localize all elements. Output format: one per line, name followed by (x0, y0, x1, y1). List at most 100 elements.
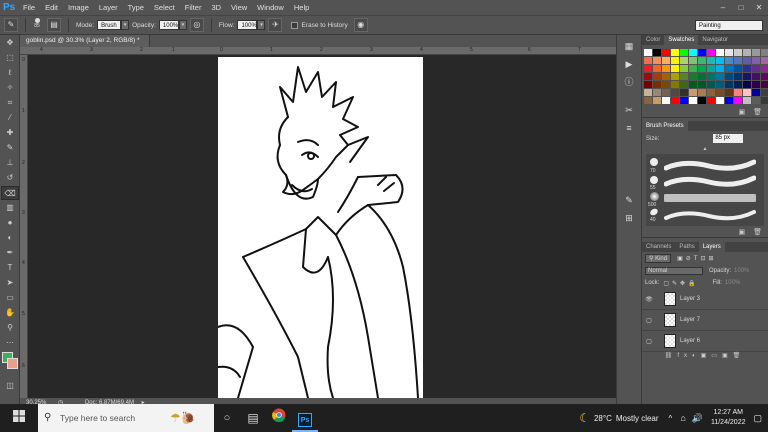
color-swatch[interactable] (671, 49, 679, 56)
color-swatch[interactable] (761, 89, 768, 96)
brush-size-picker[interactable]: 85 (30, 17, 44, 33)
color-swatch[interactable] (734, 89, 742, 96)
color-swatch[interactable] (716, 57, 724, 64)
color-swatch[interactable] (761, 49, 768, 56)
blend-mode-select[interactable]: Normal (645, 267, 703, 275)
color-swatch[interactable] (653, 81, 661, 88)
color-swatch[interactable] (734, 57, 742, 64)
properties-panel-icon[interactable]: ⓘ (620, 75, 638, 89)
notifications-icon[interactable]: ▢ (753, 413, 762, 424)
color-swatch[interactable] (725, 73, 733, 80)
color-swatch[interactable] (689, 49, 697, 56)
mode-select[interactable]: Brush (97, 20, 122, 30)
flow-field[interactable]: 100% (237, 20, 258, 30)
layers-footer[interactable]: ⛓fx◐▣▭▣🗑 (642, 352, 768, 360)
layer-row[interactable]: 👁 Layer 3 (642, 289, 768, 310)
color-swatch[interactable] (653, 97, 661, 104)
tab-channels[interactable]: Channels (642, 242, 675, 252)
tab-brush-presets[interactable]: Brush Presets (642, 121, 688, 131)
color-swatch[interactable] (725, 97, 733, 104)
maximize-button[interactable]: □ (732, 0, 750, 15)
menu-window[interactable]: Window (252, 0, 289, 15)
color-swatch[interactable] (689, 57, 697, 64)
color-swatch[interactable] (752, 49, 760, 56)
color-swatch[interactable] (671, 73, 679, 80)
lock-icons[interactable]: ▢✎✥🔒 (663, 280, 698, 287)
color-swatch[interactable] (662, 89, 670, 96)
color-swatch[interactable] (707, 89, 715, 96)
color-swatch[interactable] (698, 81, 706, 88)
visibility-toggle[interactable]: ▢ (642, 338, 656, 345)
color-swatch[interactable] (734, 81, 742, 88)
color-swatch[interactable] (680, 81, 688, 88)
filter-type-icons[interactable]: ▣⊘T⊡⊞ (677, 255, 716, 262)
brush-tool-icon[interactable]: ✎ (1, 141, 19, 155)
chevron-down-icon[interactable]: ▾ (178, 20, 187, 30)
color-swatch[interactable] (644, 65, 652, 72)
tab-color[interactable]: Color (642, 35, 664, 45)
menu-view[interactable]: View (226, 0, 252, 15)
tab-swatches[interactable]: Swatches (664, 35, 699, 45)
color-swatch[interactable] (653, 57, 661, 64)
color-swatch[interactable] (644, 73, 652, 80)
filter-kind-select[interactable]: ⚲ Kind (645, 254, 672, 263)
eyedropper-tool-icon[interactable]: ⁄ (1, 111, 19, 125)
color-swatch[interactable] (680, 49, 688, 56)
clone-stamp-tool-icon[interactable]: ⊥ (1, 156, 19, 170)
color-swatch[interactable] (716, 81, 724, 88)
color-swatch[interactable] (698, 97, 706, 104)
color-swatch[interactable] (698, 89, 706, 96)
color-swatch[interactable] (680, 65, 688, 72)
color-swatch[interactable] (716, 65, 724, 72)
pressure-size-icon[interactable]: ◉ (353, 18, 368, 32)
clone-source-icon[interactable]: ⊞ (620, 211, 638, 225)
color-swatch[interactable] (716, 89, 724, 96)
dodge-tool-icon[interactable]: ◐ (1, 231, 19, 245)
size-slider-caret[interactable]: ▲ (642, 146, 768, 152)
canvas-area[interactable] (28, 55, 616, 398)
color-swatch[interactable] (752, 65, 760, 72)
menu-help[interactable]: Help (289, 0, 314, 15)
menu-image[interactable]: Image (63, 0, 94, 15)
color-swatch[interactable] (743, 65, 751, 72)
adjustments-icon[interactable]: ≡ (620, 121, 638, 135)
color-swatch[interactable] (689, 89, 697, 96)
color-swatch[interactable] (725, 49, 733, 56)
more-tools-icon[interactable]: ⋯ (1, 336, 19, 350)
color-swatch[interactable] (716, 49, 724, 56)
taskbar-search-box[interactable]: ⚲ Type here to search ☂🐌 (38, 404, 214, 432)
pen-tool-icon[interactable]: ✒ (1, 246, 19, 260)
color-swatch[interactable] (680, 73, 688, 80)
color-swatch[interactable] (653, 73, 661, 80)
color-swatch[interactable] (644, 81, 652, 88)
eraser-tool-preset-icon[interactable]: ✎ (4, 18, 18, 32)
color-swatch[interactable] (644, 57, 652, 64)
color-swatch[interactable] (644, 97, 652, 104)
color-swatch[interactable] (761, 73, 768, 80)
color-swatch[interactable] (743, 89, 751, 96)
color-swatch[interactable] (743, 49, 751, 56)
color-swatch[interactable] (689, 97, 697, 104)
color-swatch[interactable] (743, 81, 751, 88)
color-swatch[interactable] (698, 65, 706, 72)
color-swatch[interactable] (707, 97, 715, 104)
color-swatch[interactable] (707, 81, 715, 88)
zoom-tool-icon[interactable]: ⚲ (1, 321, 19, 335)
brush-size-field[interactable]: 85 px (713, 134, 744, 143)
tab-layers[interactable]: Layers (698, 242, 725, 252)
menu-layer[interactable]: Layer (94, 0, 123, 15)
actions-panel-icon[interactable]: ▶ (620, 57, 638, 71)
brush-tip-icon[interactable] (649, 207, 659, 217)
windows-start-button[interactable] (0, 404, 38, 432)
color-swatch[interactable] (761, 97, 768, 104)
path-select-tool-icon[interactable]: ➤ (1, 276, 19, 290)
color-swatch[interactable] (761, 57, 768, 64)
color-swatch[interactable] (734, 49, 742, 56)
chrome-icon[interactable] (266, 404, 292, 432)
color-swatch[interactable] (671, 65, 679, 72)
workspace-select[interactable]: Painting (695, 20, 763, 31)
minimize-button[interactable]: – (714, 0, 732, 15)
volume-icon[interactable]: 🔊 (692, 413, 703, 424)
new-preset-icon[interactable]: ▣ (739, 229, 746, 236)
color-swatch[interactable] (653, 65, 661, 72)
